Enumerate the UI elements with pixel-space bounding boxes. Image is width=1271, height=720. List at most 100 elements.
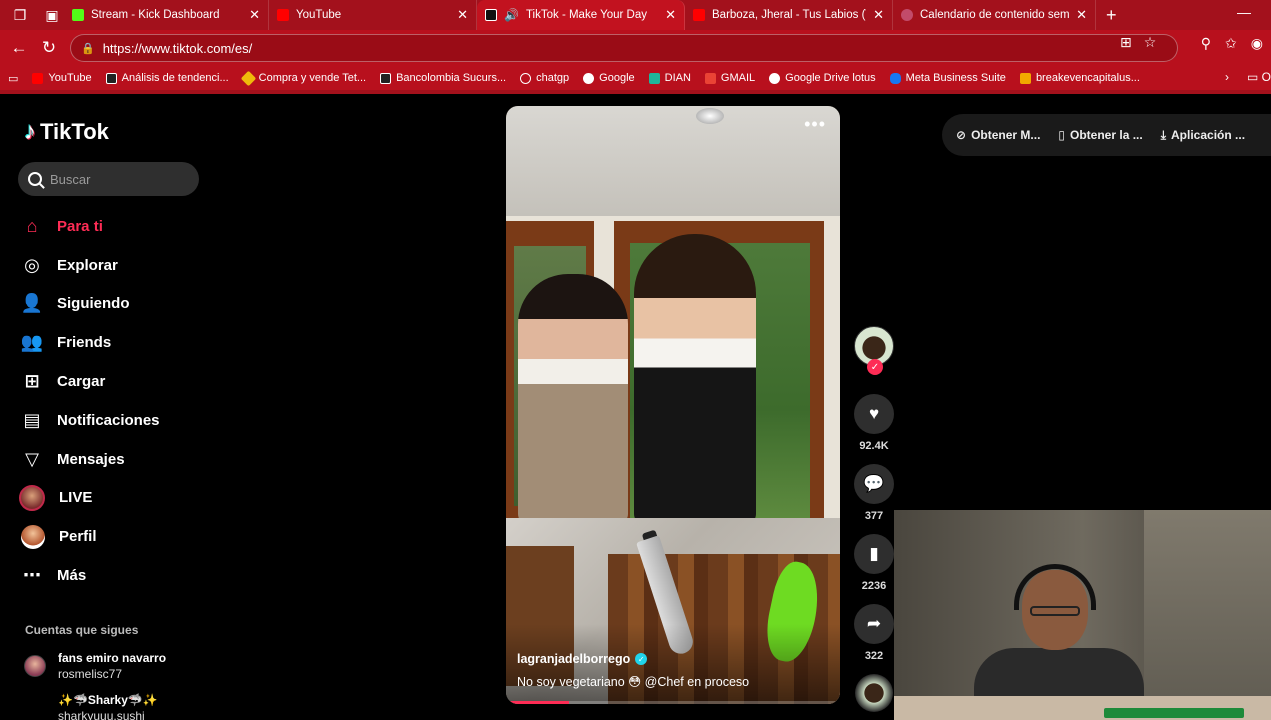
glasses-icon — [1030, 606, 1080, 616]
pill-label: Obtener M... — [971, 128, 1041, 142]
nav-item-notificaciones[interactable]: ▤ Notificaciones — [21, 401, 159, 440]
tiktok-logo[interactable]: ♪ TikTok — [24, 118, 109, 146]
tab-title: Calendario de contenido semanal — [920, 9, 1070, 21]
followed-account[interactable]: fans emiro navarro rosmelisc77 — [24, 650, 166, 682]
meta-icon — [889, 72, 901, 84]
nav-label: Cargar — [57, 373, 106, 391]
bookmark-google[interactable]: Google — [583, 72, 635, 84]
bookmark-label: Bancolombia Sucurs... — [396, 72, 507, 84]
favorites-icon[interactable]: ✩ — [1225, 35, 1237, 52]
close-tab-icon[interactable]: ✕ — [1076, 7, 1087, 23]
bookmark-label: Compra y vende Tet... — [258, 72, 367, 84]
bookmark-icon[interactable]: ▮ — [854, 534, 894, 574]
chevron-right-icon[interactable]: › — [1225, 70, 1229, 84]
url-field[interactable]: 🔒 https://www.tiktok.com/es/ — [70, 34, 1178, 62]
star-bookmark-icon[interactable]: ☆ — [1144, 34, 1157, 51]
desktop-app-button[interactable]: ⤓ Aplicación ... — [1161, 128, 1245, 143]
share-arrow-icon[interactable]: ➦ — [854, 604, 894, 644]
nav-item-perfil[interactable]: Perfil — [21, 517, 160, 556]
extensions-icon[interactable]: ⚲ — [1201, 35, 1211, 52]
bookmark-bancolombia[interactable]: Bancolombia Sucurs... — [380, 72, 506, 84]
phone-icon: ▯ — [1058, 128, 1066, 142]
more-options-icon[interactable]: ••• — [804, 114, 826, 135]
bookmark-label: chatgp — [536, 72, 570, 84]
tradingview-icon — [105, 72, 117, 84]
followed-check-icon[interactable]: ✓ — [867, 359, 883, 375]
site-info-icon[interactable]: 🔒 — [81, 42, 95, 55]
nav-item-siguiendo[interactable]: 👤 Siguiendo — [21, 285, 160, 324]
followed-account[interactable]: ✨🦈Sharky🦈✨ sharkyuuu.sushi — [58, 692, 158, 720]
bookmark-analisis[interactable]: Análisis de tendenci... — [105, 72, 229, 84]
upload-icon: ⊞ — [24, 371, 40, 392]
sidebar: ♪ TikTok ⌂ Para ti ◎ Explorar 👤 Siguiend… — [4, 94, 214, 720]
get-app-button[interactable]: ▯ Obtener la ... — [1058, 128, 1142, 142]
search-input[interactable] — [50, 171, 190, 187]
main-nav: ⌂ Para ti ◎ Explorar 👤 Siguiendo 👥 Frien… — [19, 207, 160, 595]
nav-item-cargar[interactable]: ⊞ Cargar — [21, 362, 160, 401]
close-tab-icon[interactable]: ✕ — [249, 7, 260, 23]
video-caption: No soy vegetariano 😳 @Chef en proceso — [517, 675, 750, 689]
music-disc-icon[interactable] — [855, 674, 893, 712]
new-tab-plus-icon[interactable]: + — [1106, 5, 1117, 26]
video-frame-person — [634, 234, 756, 524]
close-tab-icon[interactable]: ✕ — [665, 7, 676, 23]
nav-item-explorar[interactable]: ◎ Explorar — [21, 246, 160, 285]
tab-calendario[interactable]: Calendario de contenido semanal ✕ — [893, 0, 1096, 30]
pill-label: Aplicación ... — [1171, 128, 1246, 142]
close-tab-icon[interactable]: ✕ — [873, 7, 884, 23]
search-box[interactable] — [18, 162, 199, 196]
nav-item-friends[interactable]: 👥 Friends — [21, 323, 160, 362]
reload-icon[interactable]: ↻ — [34, 33, 64, 63]
minimize-window-icon[interactable]: — — [1237, 4, 1251, 20]
bookmark-dian[interactable]: DIAN — [648, 72, 691, 84]
creator-avatar[interactable]: ✓ — [854, 326, 894, 375]
headset-icon — [1014, 564, 1096, 610]
nav-label: Friends — [57, 334, 112, 352]
nav-item-live[interactable]: LIVE — [19, 479, 160, 518]
video-progress-fill — [506, 701, 570, 704]
bookmark-google-drive[interactable]: Google Drive lotus — [769, 72, 876, 84]
get-coins-button[interactable]: ⊘ Obtener M... — [956, 128, 1040, 142]
nav-item-mensajes[interactable]: ▽ Mensajes — [21, 440, 160, 479]
video-frame-light — [696, 108, 724, 124]
bookmark-label: GMAIL — [720, 72, 756, 84]
bookmark-gmail[interactable]: GMAIL — [704, 72, 756, 84]
back-arrow-icon[interactable]: ← — [4, 33, 34, 63]
video-player[interactable]: ••• lagranjadelborrego ✓ No soy vegetari… — [506, 106, 840, 704]
video-progress-bar[interactable] — [506, 701, 840, 704]
tab-youtube[interactable]: YouTube ✕ — [269, 0, 477, 30]
bookmark-youtube[interactable]: YouTube — [32, 72, 92, 84]
tab-kick[interactable]: Stream - Kick Dashboard ✕ — [64, 0, 269, 30]
app-available-icon[interactable]: ⊞ — [1120, 34, 1132, 51]
gmail-icon — [704, 72, 716, 84]
bookmark-breakeven[interactable]: breakevencapitalus... — [1019, 72, 1140, 84]
bookmark-meta[interactable]: Meta Business Suite — [889, 72, 1006, 84]
comment-icon[interactable]: 💬 — [854, 464, 894, 504]
tab-title: YouTube — [296, 9, 342, 21]
chatgpt-icon — [520, 72, 532, 84]
bookmark-binance[interactable]: Compra y vende Tet... — [240, 70, 367, 86]
url-text: https://www.tiktok.com/es/ — [102, 40, 253, 56]
bookmark-folder-icon[interactable]: ▭ — [8, 72, 18, 85]
dian-icon — [648, 72, 660, 84]
bookmark-chatgpt[interactable]: chatgp — [520, 72, 569, 84]
close-tab-icon[interactable]: ✕ — [457, 7, 468, 23]
other-bookmarks-folder[interactable]: ▭ O — [1247, 70, 1271, 84]
speaker-icon[interactable]: 🔊 — [504, 8, 519, 22]
workspaces-icon[interactable]: ❐ — [8, 3, 32, 27]
profile-avatar-icon[interactable]: ◉ — [1251, 35, 1263, 52]
nav-item-para-ti[interactable]: ⌂ Para ti — [21, 207, 160, 246]
home-icon: ⌂ — [26, 215, 38, 236]
bookmarks-overflow: › ▭ O — [1225, 70, 1271, 84]
tab-actions-icon[interactable]: ▣ — [40, 3, 64, 27]
like-count: 92.4K — [859, 440, 889, 452]
video-author[interactable]: lagranjadelborrego ✓ — [517, 652, 648, 666]
save-count: 2236 — [861, 580, 887, 592]
tab-tiktok[interactable]: 🔊 TikTok - Make Your Day ✕ — [477, 0, 685, 30]
tab-barboza[interactable]: Barboza, Jheral - Tus Labios (Vide ✕ — [685, 0, 893, 30]
bookmark-label: YouTube — [48, 72, 92, 84]
coin-icon: ⊘ — [956, 128, 967, 142]
nav-item-mas[interactable]: ⋯ Más — [21, 556, 160, 595]
nav-label: Mensajes — [57, 450, 125, 468]
like-heart-icon[interactable]: ♥ — [854, 394, 894, 434]
